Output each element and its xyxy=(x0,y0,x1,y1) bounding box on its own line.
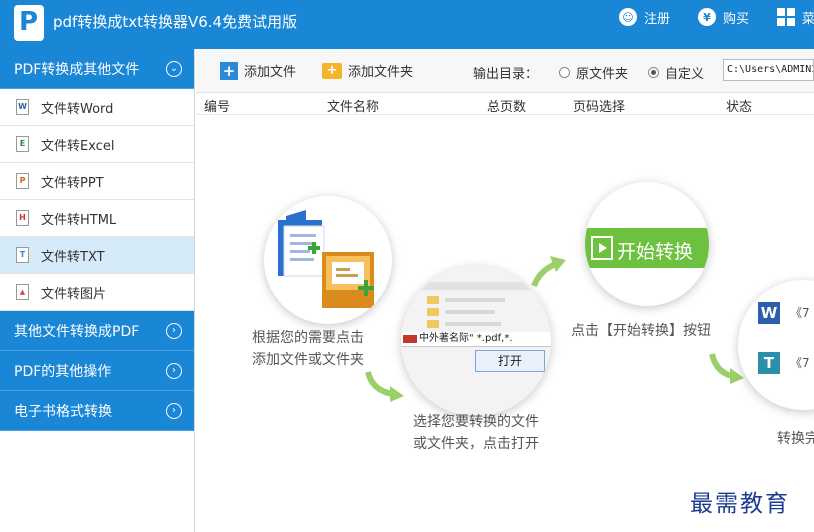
chevron-right-icon: › xyxy=(166,402,182,419)
step1-line1: 根据您的需要点击 xyxy=(252,330,364,346)
app-title: pdf转换成txt转换器V6.4免费试用版 xyxy=(53,13,298,31)
add-file-button[interactable]: + 添加文件 xyxy=(220,61,296,80)
sidebar-item-label: 文件转TXT xyxy=(41,249,105,265)
menu-button[interactable]: 菜 xyxy=(777,7,814,27)
app-logo: P xyxy=(14,5,44,41)
sidebar-item-label: 文件转图片 xyxy=(41,286,107,302)
sidebar-item-txt[interactable]: T 文件转TXT xyxy=(0,237,194,274)
html-doc-icon: H xyxy=(16,210,29,226)
add-icon: + xyxy=(220,61,238,80)
buy-label: 购买 xyxy=(723,11,750,27)
buy-button[interactable]: ¥ 购买 xyxy=(698,7,749,27)
menu-label: 菜 xyxy=(802,11,814,27)
excel-doc-icon: E xyxy=(16,136,29,152)
file-table-header: 编号 文件名称 总页数 页码选择 状态 xyxy=(196,93,814,115)
category-other-to-pdf[interactable]: 其他文件转换成PDF › xyxy=(0,311,194,351)
radio-custom-folder[interactable]: 自定义 xyxy=(648,63,704,82)
radio-original-label: 原文件夹 xyxy=(576,67,629,82)
column-header-pages[interactable]: 总页数 xyxy=(487,96,526,115)
sidebar-item-label: 文件转HTML xyxy=(41,212,117,228)
sidebar-item-label: 文件转PPT xyxy=(41,175,104,191)
step4-text: 转换完 xyxy=(777,431,814,447)
step2-open-button: 打开 xyxy=(475,350,545,372)
folder-add-icon: + xyxy=(322,62,342,79)
guide-illustration: 根据您的需要点击 添加文件或文件夹 中外著名际" *.pdf,*. 打开 选择您… xyxy=(196,116,814,532)
step2-circle: 中外著名际" *.pdf,*. 打开 xyxy=(401,266,551,416)
play-icon xyxy=(591,236,613,260)
sidebar-item-label: 文件转Word xyxy=(41,101,114,117)
category-pdf-to-other[interactable]: PDF转换成其他文件 ⌄ xyxy=(0,49,194,89)
title-bar: P pdf转换成txt转换器V6.4免费试用版 ☺ 注册 ¥ 购买 菜 xyxy=(0,0,814,49)
step1-text: 根据您的需要点击 添加文件或文件夹 xyxy=(252,327,364,371)
word-doc-icon: W xyxy=(16,99,29,115)
yen-icon: ¥ xyxy=(698,8,716,26)
step3-circle: 开始转换 xyxy=(585,182,709,306)
result-row-1: 《7 xyxy=(790,306,810,320)
radio-circle-selected xyxy=(648,67,659,78)
sidebar: PDF转换成其他文件 ⌄ W 文件转Word E 文件转Excel P 文件转P… xyxy=(0,49,195,532)
sidebar-item-label: 文件转Excel xyxy=(41,138,115,154)
column-header-filename[interactable]: 文件名称 xyxy=(327,96,379,115)
category-pdf-operations[interactable]: PDF的其他操作 › xyxy=(0,351,194,391)
column-header-number[interactable]: 编号 xyxy=(204,96,230,115)
step1-line2: 添加文件或文件夹 xyxy=(252,352,364,368)
sidebar-item-word[interactable]: W 文件转Word xyxy=(0,89,194,126)
add-folder-button[interactable]: + 添加文件夹 xyxy=(322,61,413,80)
sidebar-item-excel[interactable]: E 文件转Excel xyxy=(0,126,194,163)
sidebar-item-html[interactable]: H 文件转HTML xyxy=(0,200,194,237)
output-path-field[interactable]: C:\Users\ADMINI xyxy=(723,59,814,81)
txt-doc-icon: T xyxy=(16,247,29,263)
ppt-doc-icon: P xyxy=(16,173,29,189)
category-label: PDF转换成其他文件 xyxy=(14,61,140,78)
image-doc-icon: ▲ xyxy=(16,284,29,300)
app-window: P pdf转换成txt转换器V6.4免费试用版 ☺ 注册 ¥ 购买 菜 PDF转… xyxy=(0,0,814,532)
category-ebook-convert[interactable]: 电子书格式转换 › xyxy=(0,391,194,431)
category-label: 其他文件转换成PDF xyxy=(14,323,140,340)
radio-original-folder[interactable]: 原文件夹 xyxy=(559,63,628,82)
user-icon: ☺ xyxy=(619,8,637,26)
add-folder-label: 添加文件夹 xyxy=(348,65,414,80)
arrow-step2-icon xyxy=(531,256,566,288)
txt-result-icon: T xyxy=(758,352,780,374)
category-label: 电子书格式转换 xyxy=(14,403,112,420)
word-result-icon: W xyxy=(758,302,780,324)
watermark: 最需教育 xyxy=(690,491,790,517)
chevron-right-icon: › xyxy=(166,322,182,339)
step2-text: 选择您要转换的文件 或文件夹，点击打开 xyxy=(413,411,539,455)
grid-icon xyxy=(777,8,795,26)
arrow-step1-icon xyxy=(365,371,404,402)
register-label: 注册 xyxy=(644,11,671,27)
step2-filename: 中外著名际" *.pdf,*. xyxy=(419,333,513,344)
sidebar-item-ppt[interactable]: P 文件转PPT xyxy=(0,163,194,200)
result-row-2: 《7 xyxy=(790,356,810,370)
step2-line1: 选择您要转换的文件 xyxy=(413,414,539,430)
add-files-illustration-icon xyxy=(278,210,374,308)
chevron-right-icon: › xyxy=(166,362,182,379)
column-header-page-select[interactable]: 页码选择 xyxy=(573,96,625,115)
toolbar: + 添加文件 + 添加文件夹 输出目录： 原文件夹 自定义 C:\Users\A… xyxy=(196,49,814,93)
radio-custom-label: 自定义 xyxy=(665,67,705,82)
column-header-status[interactable]: 状态 xyxy=(726,96,752,115)
add-file-label: 添加文件 xyxy=(244,65,297,80)
register-button[interactable]: ☺ 注册 xyxy=(619,7,670,27)
step1-circle xyxy=(264,196,392,324)
start-convert-label: 开始转换 xyxy=(617,241,694,263)
category-label: PDF的其他操作 xyxy=(14,363,112,380)
sidebar-item-image[interactable]: ▲ 文件转图片 xyxy=(0,274,194,311)
step4-circle: W 《7 T 《7 xyxy=(738,280,814,410)
output-dir-label: 输出目录： xyxy=(473,67,539,82)
app-logo-letter: P xyxy=(19,7,39,37)
step3-text: 点击【开始转换】按钮 xyxy=(571,323,711,339)
step2-line2: 或文件夹，点击打开 xyxy=(413,436,539,452)
radio-circle xyxy=(559,67,570,78)
chevron-down-icon: ⌄ xyxy=(166,60,182,77)
